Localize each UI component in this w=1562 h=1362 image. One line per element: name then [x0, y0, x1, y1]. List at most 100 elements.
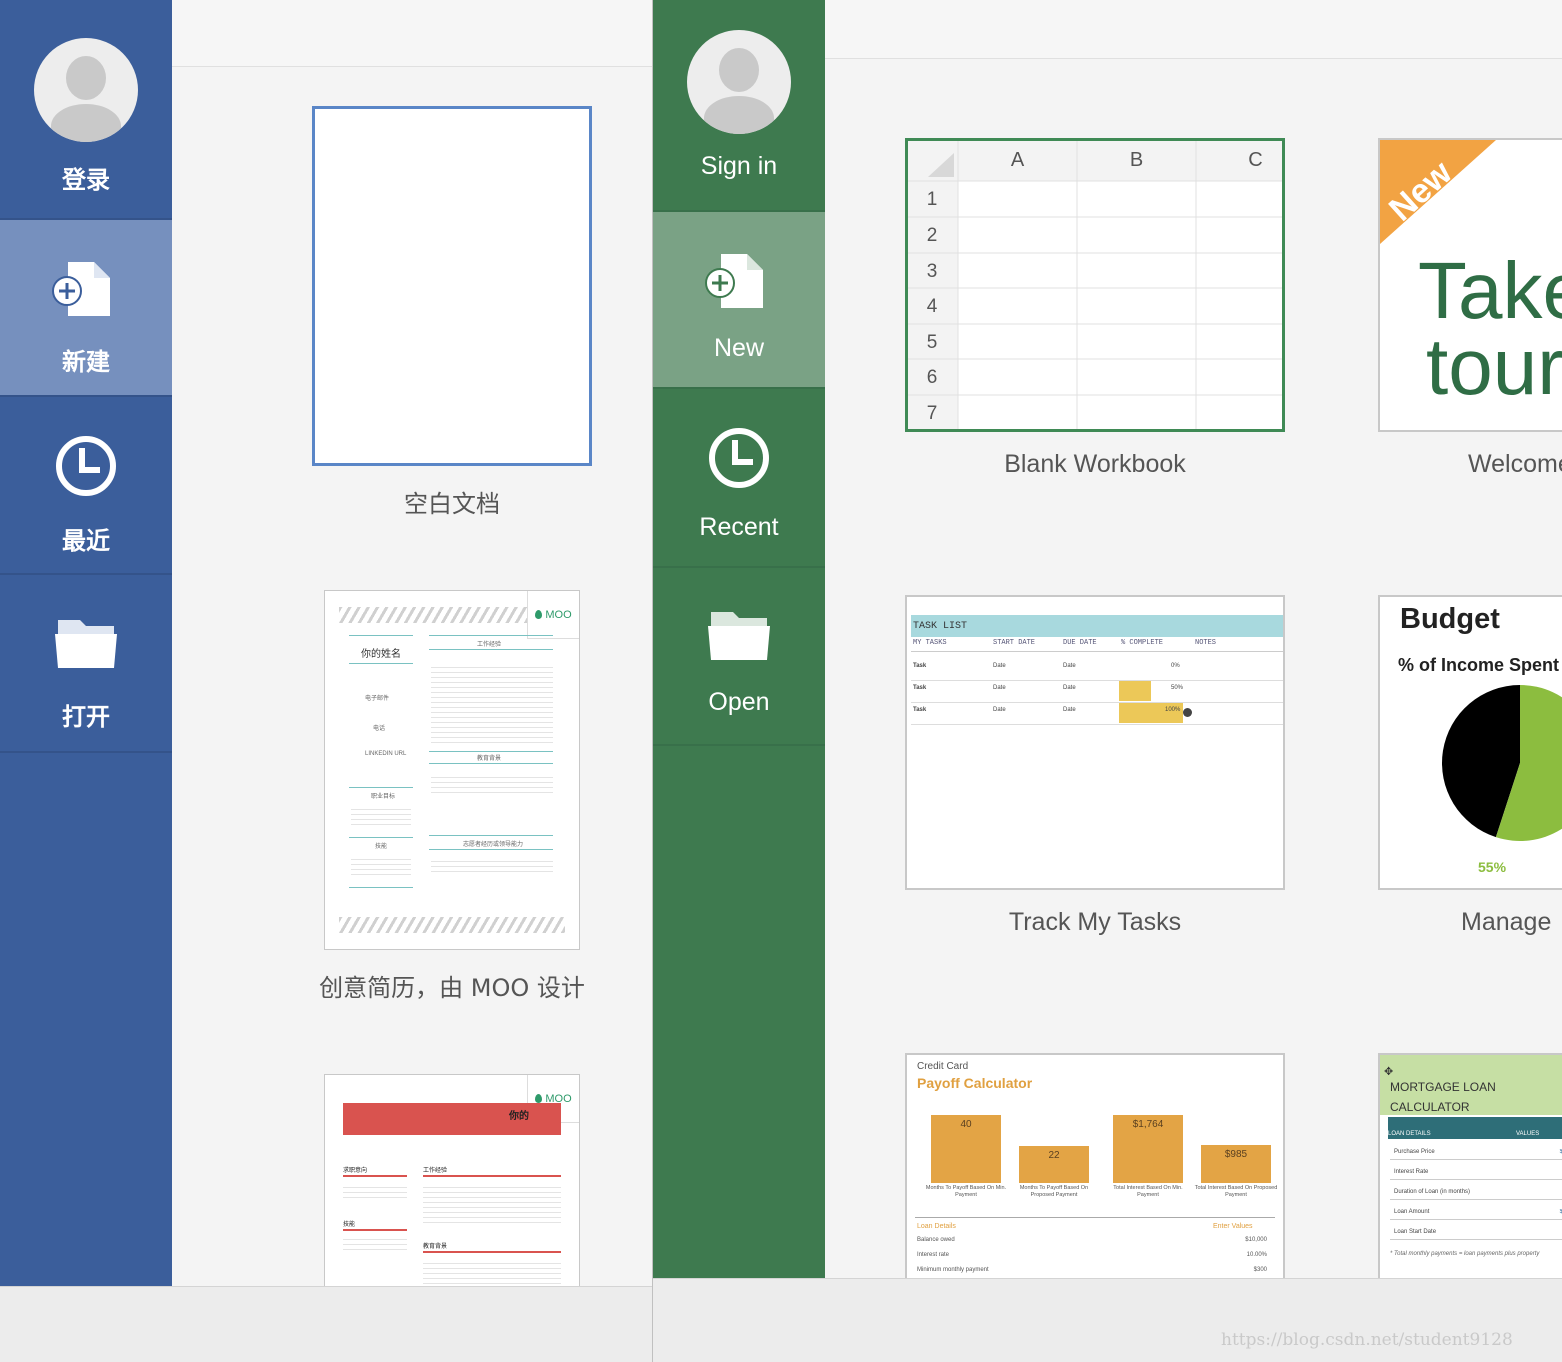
loan-detail-label: Balance owed	[917, 1237, 955, 1243]
blank-document-caption: 空白文档	[404, 490, 500, 518]
add-icon: ✥	[1384, 1066, 1394, 1078]
task-row-divider	[911, 702, 1283, 703]
moo-drop-icon	[535, 1094, 543, 1103]
loan-detail-label: Interest rate	[917, 1252, 950, 1258]
task-percent: 50%	[1171, 685, 1184, 691]
resume-header-pattern	[339, 607, 529, 623]
moo-resume-thumbnail[interactable]: MOO 你的姓名 工作经验 电子邮件 电话 LINKEDIN URL 教育背景 …	[324, 590, 580, 950]
budget-title: Budget	[1400, 603, 1500, 635]
resume-name: 你的姓名	[361, 649, 401, 660]
clock-icon	[56, 436, 116, 496]
excel-open-label: Open	[708, 688, 770, 716]
payoff-bar-label: $985	[1224, 1149, 1248, 1160]
moo-resume-red-thumbnail[interactable]: MOO 你的 求职意向 工作经验 技能 教育背景	[324, 1074, 580, 1304]
task-start: Date	[993, 707, 1006, 713]
mortgage-row-divider	[1390, 1179, 1562, 1180]
mortgage-row-divider	[1390, 1239, 1562, 1240]
word-recent-label: 最近	[62, 527, 110, 555]
word-signin-button[interactable]: 登录	[0, 0, 172, 220]
excel-recent-label: Recent	[699, 513, 779, 541]
row-header: 7	[926, 403, 938, 424]
word-bottom-bar	[0, 1286, 652, 1362]
word-start-window: 登录 新建 最近 打开 空白文档 MOO 你的姓名 工作经验 电子邮件 电话 L…	[0, 0, 652, 1362]
task-start: Date	[993, 685, 1006, 691]
payoff-bar-label: $1,764	[1132, 1119, 1164, 1130]
payoff-small-title: Credit Card	[917, 1061, 969, 1072]
mortgage-row-value: $300,0	[1530, 1149, 1562, 1155]
excel-signin-button[interactable]: Sign in	[653, 0, 825, 212]
payoff-calculator-thumbnail[interactable]: Credit Card Payoff Calculator 40 Months T…	[905, 1053, 1285, 1293]
mortgage-row-divider	[1390, 1159, 1562, 1160]
welcome-title-line2: tour	[1426, 322, 1562, 411]
task-name: Task	[913, 685, 927, 691]
column-header-b: B	[1129, 149, 1144, 171]
budget-pie-chart	[1442, 685, 1562, 841]
mortgage-row-value: 36	[1530, 1189, 1562, 1195]
moo-badge: MOO	[527, 591, 579, 639]
clock-icon	[709, 428, 769, 488]
track-tasks-thumbnail[interactable]: TASK LIST MY TASKS START DATE DUE DATE %…	[905, 595, 1285, 890]
word-toolbar	[172, 0, 652, 67]
excel-start-window: Sign in New Recent Open A B C 1 2 3 4 5 …	[652, 0, 1562, 1362]
column-header-c: C	[1248, 149, 1263, 171]
payoff-bar-label: 22	[1048, 1150, 1060, 1161]
payoff-bar-caption: Months To Payoff Based On Min. Payment	[925, 1185, 1007, 1198]
task-progress-bar	[1119, 681, 1151, 701]
word-open-label: 打开	[62, 703, 110, 731]
row-header: 6	[926, 367, 938, 388]
task-due: Date	[1063, 707, 1076, 713]
mortgage-row-value: DATE	[1530, 1229, 1562, 1235]
mortgage-row-label: Loan Amount	[1394, 1209, 1430, 1215]
mortgage-row-label: Loan Start Date	[1394, 1229, 1437, 1235]
task-percent: 100%	[1165, 707, 1181, 713]
row-header: 4	[926, 296, 938, 317]
budget-percent: 55%	[1478, 859, 1507, 875]
budget-caption: Manage	[1461, 908, 1552, 936]
mortgage-row-label: Duration of Loan (in months)	[1394, 1189, 1471, 1195]
task-list-title: TASK LIST	[913, 621, 968, 632]
complete-dot-icon	[1183, 708, 1192, 717]
user-avatar-icon	[687, 30, 791, 134]
spreadsheet-grid	[908, 141, 1282, 429]
mortgage-row-label: Purchase Price	[1394, 1149, 1435, 1155]
welcome-tour-thumbnail[interactable]: New Take tour	[1378, 138, 1562, 432]
payoff-title: Payoff Calculator	[917, 1075, 1033, 1091]
payoff-bar-caption: Total Interest Based On Proposed Payment	[1194, 1185, 1278, 1198]
word-new-label: 新建	[62, 348, 110, 376]
task-name: Task	[913, 707, 927, 713]
welcome-caption: Welcome	[1468, 450, 1562, 478]
task-progress-bar	[1119, 703, 1183, 723]
mortgage-row-value: 5.0	[1530, 1169, 1562, 1175]
loan-detail-value: $10,000	[1245, 1237, 1267, 1243]
resume-section-work: 工作经验	[477, 642, 502, 648]
task-due: Date	[1063, 663, 1076, 669]
mortgage-row-divider	[1390, 1199, 1562, 1200]
task-name: Task	[913, 663, 927, 669]
folder-icon	[708, 612, 770, 660]
word-signin-label: 登录	[62, 166, 110, 194]
mortgage-calculator-thumbnail[interactable]: ✥ MORTGAGE LOAN CALCULATOR LOAN DETAILS …	[1378, 1053, 1562, 1293]
task-row-divider	[911, 724, 1283, 725]
blank-document-thumbnail[interactable]	[312, 106, 592, 466]
mortgage-row-divider	[1390, 1219, 1562, 1220]
row-header: 1	[926, 189, 938, 210]
task-start: Date	[993, 663, 1006, 669]
excel-toolbar	[825, 0, 1562, 59]
blank-workbook-thumbnail[interactable]: A B C 1 2 3 4 5 6 7	[905, 138, 1285, 432]
budget-thumbnail[interactable]: Budget % of Income Spent 55%	[1378, 595, 1562, 890]
column-header-a: A	[1010, 149, 1025, 171]
row-header: 2	[926, 225, 938, 246]
payoff-bar-caption: Months To Payoff Based On Proposed Payme…	[1019, 1185, 1089, 1198]
payoff-bar-caption: Total Interest Based On Min. Payment	[1113, 1185, 1183, 1198]
row-header: 3	[926, 261, 938, 282]
loan-detail-label: Minimum monthly payment	[917, 1267, 989, 1273]
task-row-divider	[911, 680, 1283, 681]
mortgage-row-label: Interest Rate	[1394, 1169, 1429, 1175]
row-header: 5	[926, 332, 938, 353]
budget-subtitle: % of Income Spent	[1398, 655, 1560, 675]
loan-detail-value: 10.00%	[1246, 1252, 1267, 1258]
mortgage-row-value: $200,0	[1530, 1209, 1562, 1215]
welcome-title-line1: Take	[1418, 246, 1562, 335]
loan-detail-value: $300	[1253, 1267, 1267, 1273]
task-due: Date	[1063, 685, 1076, 691]
